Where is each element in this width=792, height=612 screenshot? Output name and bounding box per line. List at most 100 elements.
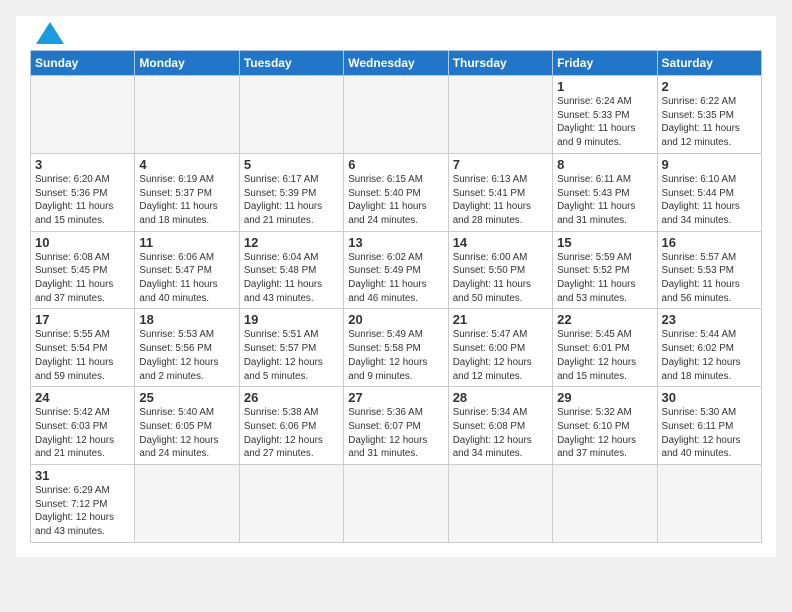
calendar-cell: 31Sunrise: 6:29 AM Sunset: 7:12 PM Dayli… (31, 465, 135, 543)
day-number: 16 (662, 235, 757, 250)
weekday-header-tuesday: Tuesday (239, 51, 343, 76)
day-info: Sunrise: 6:20 AM Sunset: 5:36 PM Dayligh… (35, 173, 130, 228)
day-number: 4 (139, 157, 234, 172)
day-info: Sunrise: 6:24 AM Sunset: 5:33 PM Dayligh… (557, 95, 652, 150)
logo-triangle-icon (36, 22, 64, 44)
calendar-container: SundayMondayTuesdayWednesdayThursdayFrid… (16, 16, 776, 557)
day-info: Sunrise: 6:29 AM Sunset: 7:12 PM Dayligh… (35, 484, 130, 539)
calendar-cell: 8Sunrise: 6:11 AM Sunset: 5:43 PM Daylig… (553, 153, 657, 231)
weekday-header-saturday: Saturday (657, 51, 761, 76)
day-number: 5 (244, 157, 339, 172)
day-info: Sunrise: 5:34 AM Sunset: 6:08 PM Dayligh… (453, 406, 548, 461)
calendar-cell: 14Sunrise: 6:00 AM Sunset: 5:50 PM Dayli… (448, 231, 552, 309)
day-info: Sunrise: 6:11 AM Sunset: 5:43 PM Dayligh… (557, 173, 652, 228)
day-info: Sunrise: 6:13 AM Sunset: 5:41 PM Dayligh… (453, 173, 548, 228)
calendar-cell: 10Sunrise: 6:08 AM Sunset: 5:45 PM Dayli… (31, 231, 135, 309)
calendar-cell: 9Sunrise: 6:10 AM Sunset: 5:44 PM Daylig… (657, 153, 761, 231)
weekday-row: SundayMondayTuesdayWednesdayThursdayFrid… (31, 51, 762, 76)
day-info: Sunrise: 6:19 AM Sunset: 5:37 PM Dayligh… (139, 173, 234, 228)
calendar-cell: 23Sunrise: 5:44 AM Sunset: 6:02 PM Dayli… (657, 309, 761, 387)
day-number: 7 (453, 157, 548, 172)
calendar-cell: 21Sunrise: 5:47 AM Sunset: 6:00 PM Dayli… (448, 309, 552, 387)
day-number: 12 (244, 235, 339, 250)
day-number: 26 (244, 390, 339, 405)
day-info: Sunrise: 5:32 AM Sunset: 6:10 PM Dayligh… (557, 406, 652, 461)
day-info: Sunrise: 5:45 AM Sunset: 6:01 PM Dayligh… (557, 328, 652, 383)
calendar-cell: 19Sunrise: 5:51 AM Sunset: 5:57 PM Dayli… (239, 309, 343, 387)
logo (30, 26, 64, 44)
day-info: Sunrise: 5:40 AM Sunset: 6:05 PM Dayligh… (139, 406, 234, 461)
day-number: 6 (348, 157, 443, 172)
calendar-cell: 5Sunrise: 6:17 AM Sunset: 5:39 PM Daylig… (239, 153, 343, 231)
calendar-week-row: 24Sunrise: 5:42 AM Sunset: 6:03 PM Dayli… (31, 387, 762, 465)
day-info: Sunrise: 5:44 AM Sunset: 6:02 PM Dayligh… (662, 328, 757, 383)
day-info: Sunrise: 5:59 AM Sunset: 5:52 PM Dayligh… (557, 251, 652, 306)
day-number: 27 (348, 390, 443, 405)
day-info: Sunrise: 6:22 AM Sunset: 5:35 PM Dayligh… (662, 95, 757, 150)
calendar-cell: 4Sunrise: 6:19 AM Sunset: 5:37 PM Daylig… (135, 153, 239, 231)
day-info: Sunrise: 6:06 AM Sunset: 5:47 PM Dayligh… (139, 251, 234, 306)
calendar-cell: 3Sunrise: 6:20 AM Sunset: 5:36 PM Daylig… (31, 153, 135, 231)
day-number: 29 (557, 390, 652, 405)
calendar-cell (239, 465, 343, 543)
calendar-cell (344, 76, 448, 154)
day-number: 25 (139, 390, 234, 405)
day-number: 21 (453, 312, 548, 327)
calendar-body: 1Sunrise: 6:24 AM Sunset: 5:33 PM Daylig… (31, 76, 762, 543)
calendar-cell: 17Sunrise: 5:55 AM Sunset: 5:54 PM Dayli… (31, 309, 135, 387)
calendar-cell (135, 76, 239, 154)
day-info: Sunrise: 6:04 AM Sunset: 5:48 PM Dayligh… (244, 251, 339, 306)
calendar-week-row: 17Sunrise: 5:55 AM Sunset: 5:54 PM Dayli… (31, 309, 762, 387)
weekday-header-friday: Friday (553, 51, 657, 76)
day-info: Sunrise: 5:42 AM Sunset: 6:03 PM Dayligh… (35, 406, 130, 461)
calendar-cell: 1Sunrise: 6:24 AM Sunset: 5:33 PM Daylig… (553, 76, 657, 154)
calendar-header: SundayMondayTuesdayWednesdayThursdayFrid… (31, 51, 762, 76)
day-number: 24 (35, 390, 130, 405)
day-number: 14 (453, 235, 548, 250)
day-number: 10 (35, 235, 130, 250)
day-number: 15 (557, 235, 652, 250)
calendar-cell (657, 465, 761, 543)
calendar-cell: 6Sunrise: 6:15 AM Sunset: 5:40 PM Daylig… (344, 153, 448, 231)
calendar-cell: 12Sunrise: 6:04 AM Sunset: 5:48 PM Dayli… (239, 231, 343, 309)
day-number: 22 (557, 312, 652, 327)
day-info: Sunrise: 5:47 AM Sunset: 6:00 PM Dayligh… (453, 328, 548, 383)
calendar-cell (553, 465, 657, 543)
day-number: 3 (35, 157, 130, 172)
day-info: Sunrise: 6:08 AM Sunset: 5:45 PM Dayligh… (35, 251, 130, 306)
day-number: 28 (453, 390, 548, 405)
day-info: Sunrise: 5:30 AM Sunset: 6:11 PM Dayligh… (662, 406, 757, 461)
day-number: 17 (35, 312, 130, 327)
day-info: Sunrise: 5:51 AM Sunset: 5:57 PM Dayligh… (244, 328, 339, 383)
weekday-header-thursday: Thursday (448, 51, 552, 76)
calendar-cell: 16Sunrise: 5:57 AM Sunset: 5:53 PM Dayli… (657, 231, 761, 309)
day-info: Sunrise: 6:17 AM Sunset: 5:39 PM Dayligh… (244, 173, 339, 228)
calendar-cell: 7Sunrise: 6:13 AM Sunset: 5:41 PM Daylig… (448, 153, 552, 231)
calendar-cell (344, 465, 448, 543)
day-number: 1 (557, 79, 652, 94)
day-info: Sunrise: 5:57 AM Sunset: 5:53 PM Dayligh… (662, 251, 757, 306)
day-number: 8 (557, 157, 652, 172)
day-number: 2 (662, 79, 757, 94)
calendar-cell: 20Sunrise: 5:49 AM Sunset: 5:58 PM Dayli… (344, 309, 448, 387)
logo-inner (30, 26, 64, 44)
day-number: 18 (139, 312, 234, 327)
day-number: 13 (348, 235, 443, 250)
day-info: Sunrise: 5:49 AM Sunset: 5:58 PM Dayligh… (348, 328, 443, 383)
day-number: 31 (35, 468, 130, 483)
day-number: 23 (662, 312, 757, 327)
calendar-cell: 13Sunrise: 6:02 AM Sunset: 5:49 PM Dayli… (344, 231, 448, 309)
calendar-cell (239, 76, 343, 154)
day-info: Sunrise: 5:53 AM Sunset: 5:56 PM Dayligh… (139, 328, 234, 383)
calendar-cell: 30Sunrise: 5:30 AM Sunset: 6:11 PM Dayli… (657, 387, 761, 465)
weekday-header-sunday: Sunday (31, 51, 135, 76)
calendar-cell: 29Sunrise: 5:32 AM Sunset: 6:10 PM Dayli… (553, 387, 657, 465)
calendar-cell: 24Sunrise: 5:42 AM Sunset: 6:03 PM Dayli… (31, 387, 135, 465)
calendar-cell (448, 465, 552, 543)
calendar-cell: 26Sunrise: 5:38 AM Sunset: 6:06 PM Dayli… (239, 387, 343, 465)
calendar-cell (448, 76, 552, 154)
weekday-header-monday: Monday (135, 51, 239, 76)
calendar-cell (31, 76, 135, 154)
calendar-table: SundayMondayTuesdayWednesdayThursdayFrid… (30, 50, 762, 543)
calendar-cell: 25Sunrise: 5:40 AM Sunset: 6:05 PM Dayli… (135, 387, 239, 465)
